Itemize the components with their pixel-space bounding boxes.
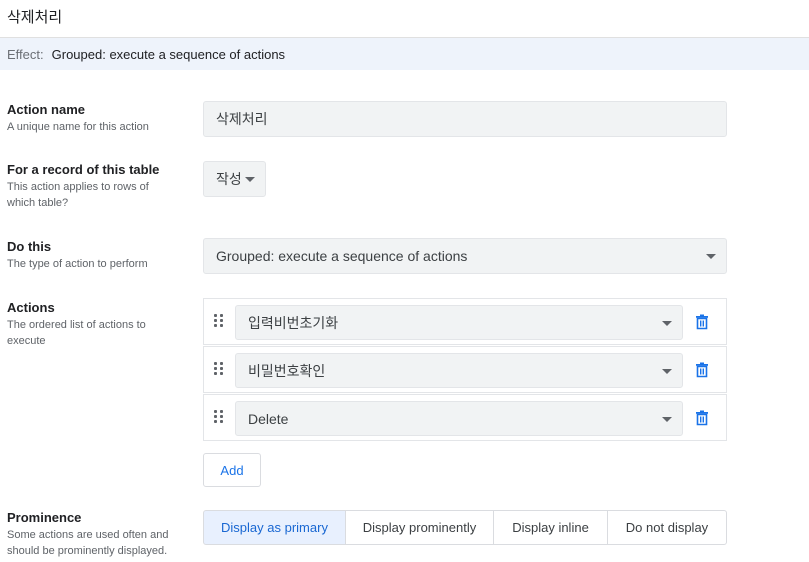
prominence-title: Prominence — [7, 510, 82, 525]
do-this-select-value: Grouped: execute a sequence of actions — [216, 248, 468, 264]
actions-title: Actions — [7, 300, 55, 315]
action-select-value: 비밀번호확인 — [248, 362, 326, 379]
action-list-item: Delete — [203, 394, 727, 441]
chevron-down-icon — [662, 416, 672, 422]
drag-handle-icon[interactable] — [214, 410, 224, 424]
effect-value: Grouped: execute a sequence of actions — [51, 46, 286, 62]
do-not-display-option[interactable]: Do not display — [607, 510, 727, 545]
chevron-down-icon — [245, 177, 255, 182]
action-select[interactable]: Delete — [235, 401, 683, 436]
page-title: 삭제처리 — [7, 9, 63, 26]
action-name-desc: A unique name for this action — [7, 121, 149, 133]
table-desc-line-2: which table? — [7, 197, 69, 209]
do-this-select[interactable]: Grouped: execute a sequence of actions — [203, 238, 727, 274]
do-this-label-group: Do this The type of action to perform — [7, 239, 187, 272]
chevron-down-icon — [662, 320, 672, 326]
actions-desc-line-1: The ordered list of actions to — [7, 319, 146, 331]
action-name-label-group: Action name A unique name for this actio… — [7, 102, 187, 135]
actions-label-group: Actions The ordered list of actions to e… — [7, 300, 187, 349]
action-name-input[interactable]: 삭제처리 — [203, 101, 727, 137]
table-label-group: For a record of this table This action a… — [7, 162, 187, 211]
chevron-down-icon — [706, 254, 716, 259]
drag-handle-icon[interactable] — [214, 362, 224, 376]
action-select-value: 입력비번초기화 — [248, 314, 339, 331]
table-desc-line-1: This action applies to rows of — [7, 181, 149, 193]
display-prominently-option[interactable]: Display prominently — [345, 510, 494, 545]
table-select[interactable]: 작성 — [203, 161, 266, 197]
action-list-item: 비밀번호확인 — [203, 346, 727, 393]
drag-handle-icon[interactable] — [214, 314, 224, 328]
add-action-button[interactable]: Add — [203, 453, 261, 487]
do-this-title: Do this — [7, 239, 52, 254]
effect-label: Effect: — [7, 46, 44, 62]
action-select-value: Delete — [248, 410, 289, 427]
prominence-desc-line-2: should be prominently displayed. — [7, 545, 168, 557]
trash-icon[interactable] — [695, 362, 709, 378]
display-inline-option[interactable]: Display inline — [493, 510, 608, 545]
action-name-title: Action name — [7, 102, 86, 117]
trash-icon[interactable] — [695, 410, 709, 426]
action-select[interactable]: 비밀번호확인 — [235, 353, 683, 388]
trash-icon[interactable] — [695, 314, 709, 330]
effect-bar: Effect: Grouped: execute a sequence of a… — [0, 38, 809, 70]
table-title: For a record of this table — [7, 162, 160, 177]
action-list-item: 입력비번초기화 — [203, 298, 727, 345]
do-this-desc: The type of action to perform — [7, 258, 148, 270]
table-select-value: 작성 — [216, 171, 242, 187]
prominence-label-group: Prominence Some actions are used often a… — [7, 510, 187, 559]
display-as-primary-option[interactable]: Display as primary — [203, 510, 346, 545]
prominence-desc-line-1: Some actions are used often and — [7, 529, 169, 541]
actions-desc-line-2: execute — [7, 335, 46, 347]
chevron-down-icon — [662, 368, 672, 374]
action-select[interactable]: 입력비번초기화 — [235, 305, 683, 340]
action-name-value: 삭제처리 — [216, 111, 268, 127]
